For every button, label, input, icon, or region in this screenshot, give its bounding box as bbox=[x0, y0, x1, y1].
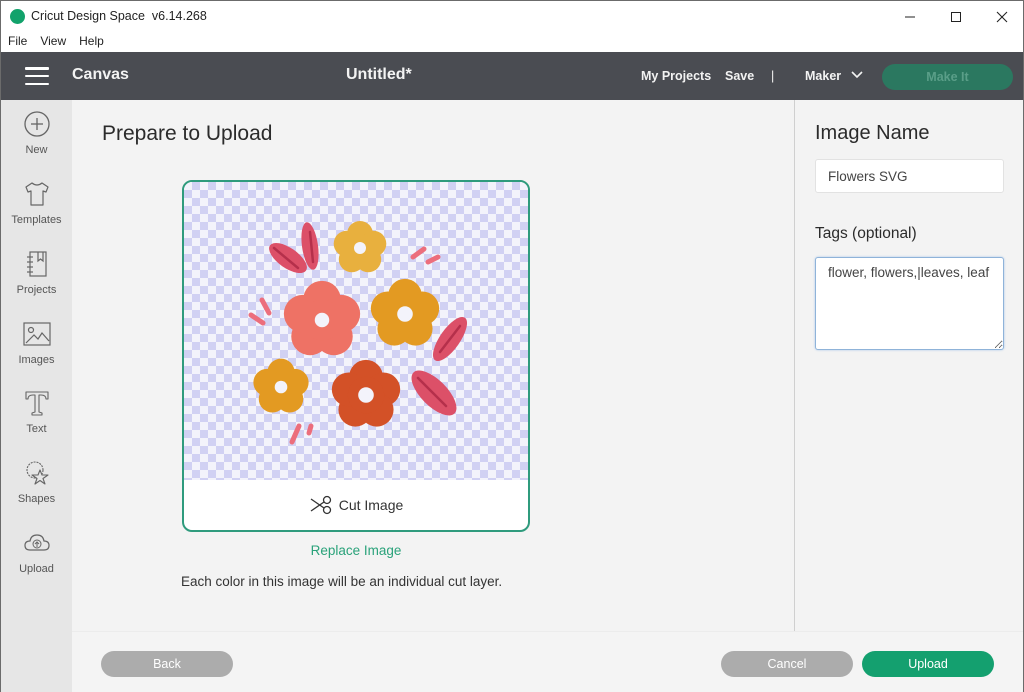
sidebar-item-shapes[interactable]: Shapes bbox=[1, 459, 72, 523]
app-name: Cricut Design Space bbox=[31, 9, 145, 23]
text-t-icon bbox=[25, 391, 49, 416]
flower-red-orange bbox=[331, 359, 401, 427]
close-button[interactable] bbox=[979, 1, 1024, 32]
maximize-icon bbox=[951, 11, 961, 22]
sidebar-item-label: Shapes bbox=[17, 493, 56, 505]
left-sidebar: New Templates Projects Images Text Shape… bbox=[1, 100, 72, 692]
tshirt-icon bbox=[25, 182, 49, 206]
accent-dash bbox=[248, 312, 266, 326]
uploaded-image-preview bbox=[248, 221, 468, 445]
app-header: Canvas Untitled* My Projects Save | Make… bbox=[1, 52, 1023, 100]
project-title: Untitled* bbox=[346, 66, 412, 83]
app-window: Cricut Design Space v6.14.268 File View … bbox=[0, 0, 1024, 692]
title-bar: Cricut Design Space v6.14.268 bbox=[1, 1, 1023, 32]
right-panel: Image Name Tags (optional) flower, flowe… bbox=[794, 100, 1023, 631]
section-title: Canvas bbox=[72, 66, 129, 83]
hamburger-menu-icon[interactable] bbox=[25, 67, 49, 85]
cut-image-row: Cut Image bbox=[184, 480, 528, 530]
sidebar-item-templates[interactable]: Templates bbox=[1, 180, 72, 244]
cancel-button[interactable]: Cancel bbox=[721, 651, 853, 677]
flower-yellow bbox=[333, 221, 387, 273]
menu-view[interactable]: View bbox=[33, 32, 72, 52]
make-it-button[interactable]: Make It bbox=[882, 64, 1013, 90]
shapes-icon bbox=[26, 461, 49, 485]
accent-dash bbox=[289, 423, 302, 445]
tags-textarea[interactable]: flower, flowers,|leaves, leaf bbox=[815, 257, 1004, 350]
image-name-heading: Image Name bbox=[815, 122, 930, 144]
main-content: Prepare to Upload Cut Image Replace Imag… bbox=[72, 100, 794, 631]
header-separator: | bbox=[771, 69, 775, 83]
sidebar-item-text[interactable]: Text bbox=[1, 389, 72, 453]
back-button[interactable]: Back bbox=[101, 651, 233, 677]
menu-help[interactable]: Help bbox=[72, 32, 110, 52]
cricut-logo-icon bbox=[10, 9, 25, 24]
sidebar-item-label: Templates bbox=[11, 214, 62, 226]
minimize-button[interactable] bbox=[887, 1, 933, 32]
flower-salmon bbox=[283, 280, 361, 356]
upload-button[interactable]: Upload bbox=[862, 651, 994, 677]
machine-select[interactable]: Maker bbox=[805, 69, 841, 83]
sidebar-item-label: Text bbox=[26, 423, 47, 435]
accent-dash bbox=[410, 246, 427, 260]
chevron-down-icon[interactable] bbox=[850, 69, 864, 81]
sidebar-item-label: Projects bbox=[16, 284, 57, 296]
plus-circle-icon bbox=[24, 111, 50, 137]
scissors-icon bbox=[310, 495, 331, 515]
sidebar-item-label: Upload bbox=[19, 563, 54, 575]
sidebar-item-images[interactable]: Images bbox=[1, 320, 72, 384]
accent-dash bbox=[306, 423, 314, 436]
replace-image-link[interactable]: Replace Image bbox=[182, 543, 530, 558]
sidebar-item-label: New bbox=[25, 144, 48, 156]
cloud-upload-icon bbox=[24, 534, 50, 551]
cut-image-label: Cut Image bbox=[338, 497, 404, 513]
accent-dash bbox=[259, 297, 272, 316]
leaf-shape bbox=[411, 370, 457, 416]
flower-orange-small bbox=[253, 358, 309, 413]
image-preview-card: Cut Image bbox=[182, 180, 530, 532]
tags-label: Tags (optional) bbox=[815, 225, 917, 242]
accent-dash bbox=[425, 254, 441, 265]
page-title: Prepare to Upload bbox=[102, 122, 273, 145]
sidebar-item-new[interactable]: New bbox=[1, 110, 72, 174]
app-version: v6.14.268 bbox=[151, 9, 207, 23]
sidebar-item-label: Images bbox=[18, 354, 55, 366]
sidebar-item-upload[interactable]: Upload bbox=[1, 529, 72, 593]
menu-file[interactable]: File bbox=[1, 32, 33, 52]
maximize-button[interactable] bbox=[933, 1, 979, 32]
notebook-icon bbox=[27, 251, 47, 277]
close-icon bbox=[996, 11, 1008, 22]
image-icon bbox=[23, 322, 51, 346]
my-projects-link[interactable]: My Projects bbox=[641, 69, 711, 83]
image-name-input[interactable] bbox=[815, 159, 1004, 193]
save-link[interactable]: Save bbox=[725, 69, 754, 83]
cut-layer-info: Each color in this image will be an indi… bbox=[181, 574, 503, 589]
flower-orange-large bbox=[370, 278, 440, 346]
sidebar-item-projects[interactable]: Projects bbox=[1, 250, 72, 314]
minimize-icon bbox=[905, 16, 915, 17]
menu-bar: File View Help bbox=[1, 32, 1023, 52]
footer-bar: Back Cancel Upload bbox=[72, 631, 1023, 692]
window-title: Cricut Design Space v6.14.268 bbox=[31, 9, 207, 23]
